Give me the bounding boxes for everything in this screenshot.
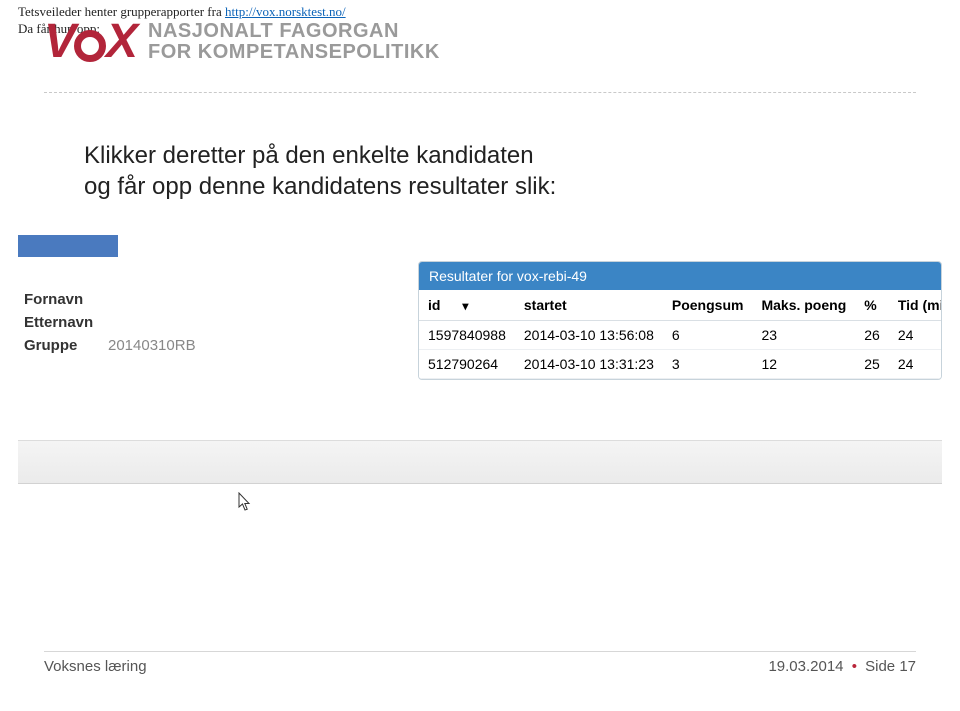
brand-tagline-line1: NASJONALT FAGORGAN [148, 20, 399, 42]
vox-logo: V X [44, 14, 136, 69]
brand-tagline: NASJONALT FAGORGAN FOR KOMPETANSEPOLITIK… [148, 21, 440, 63]
cell-prosent: 25 [855, 350, 889, 379]
cell-maks: 23 [752, 321, 855, 350]
cell-maks: 12 [752, 350, 855, 379]
brand-tagline-line2: FOR KOMPETANSEPOLITIKK [148, 41, 440, 63]
results-header: Resultater for vox-rebi-49 [419, 262, 941, 290]
results-panel: Resultater for vox-rebi-49 id ▾ startet … [418, 261, 942, 380]
mouse-cursor-icon [238, 492, 254, 517]
col-id[interactable]: id ▾ [419, 290, 515, 321]
results-table: id ▾ startet Poengsum Maks. poeng % Tid … [419, 290, 942, 379]
status-bar [18, 440, 942, 484]
candidate-info-panel: Fornavn Etternavn Gruppe 20140310RB [18, 291, 338, 360]
body-text: Klikker deretter på den enkelte kandidat… [84, 140, 556, 202]
bullet-icon: • [852, 658, 857, 675]
sort-chevron-down-icon: ▾ [462, 299, 468, 313]
label-fornavn: Fornavn [18, 291, 108, 308]
footer-page: Side 17 [865, 658, 916, 675]
cell-id: 1597840988 [419, 321, 515, 350]
cell-startet: 2014-03-10 13:31:23 [515, 350, 663, 379]
active-tab-accent [18, 235, 118, 257]
cell-tid: 24 [889, 321, 942, 350]
slide-footer: Voksnes læring 19.03.2014 • Side 17 [44, 651, 916, 675]
value-gruppe: 20140310RB [108, 337, 196, 354]
vox-logo-letter-x: X [106, 14, 136, 69]
cell-poengsum: 6 [663, 321, 753, 350]
footer-left: Voksnes læring [44, 658, 147, 675]
cell-tid: 24 [889, 350, 942, 379]
table-row[interactable]: 512790264 2014-03-10 13:31:23 3 12 25 24… [419, 350, 942, 379]
col-tid[interactable]: Tid (min.) [889, 290, 942, 321]
footer-right: 19.03.2014 • Side 17 [768, 658, 916, 675]
label-gruppe: Gruppe [18, 337, 108, 354]
col-poengsum[interactable]: Poengsum [663, 290, 753, 321]
row-gruppe: Gruppe 20140310RB [18, 337, 338, 354]
vox-logo-ring-icon [74, 30, 106, 62]
col-makspoeng[interactable]: Maks. poeng [752, 290, 855, 321]
vox-logo-letter-v: V [44, 14, 74, 69]
cell-poengsum: 3 [663, 350, 753, 379]
results-header-row: id ▾ startet Poengsum Maks. poeng % Tid … [419, 290, 942, 321]
table-row[interactable]: 1597840988 2014-03-10 13:56:08 6 23 26 2… [419, 321, 942, 350]
row-fornavn: Fornavn [18, 291, 338, 308]
col-prosent[interactable]: % [855, 290, 889, 321]
divider-line [44, 92, 916, 93]
row-etternavn: Etternavn [18, 314, 338, 331]
cell-startet: 2014-03-10 13:56:08 [515, 321, 663, 350]
body-text-line1: Klikker deretter på den enkelte kandidat… [84, 142, 534, 169]
col-startet[interactable]: startet [515, 290, 663, 321]
cell-id: 512790264 [419, 350, 515, 379]
label-etternavn: Etternavn [18, 314, 108, 331]
body-text-line2: og får opp denne kandidatens resultater … [84, 173, 556, 200]
cell-prosent: 26 [855, 321, 889, 350]
footer-date: 19.03.2014 [768, 658, 843, 675]
col-id-label: id [428, 297, 440, 313]
brand-block: V X NASJONALT FAGORGAN FOR KOMPETANSEPOL… [44, 14, 440, 69]
